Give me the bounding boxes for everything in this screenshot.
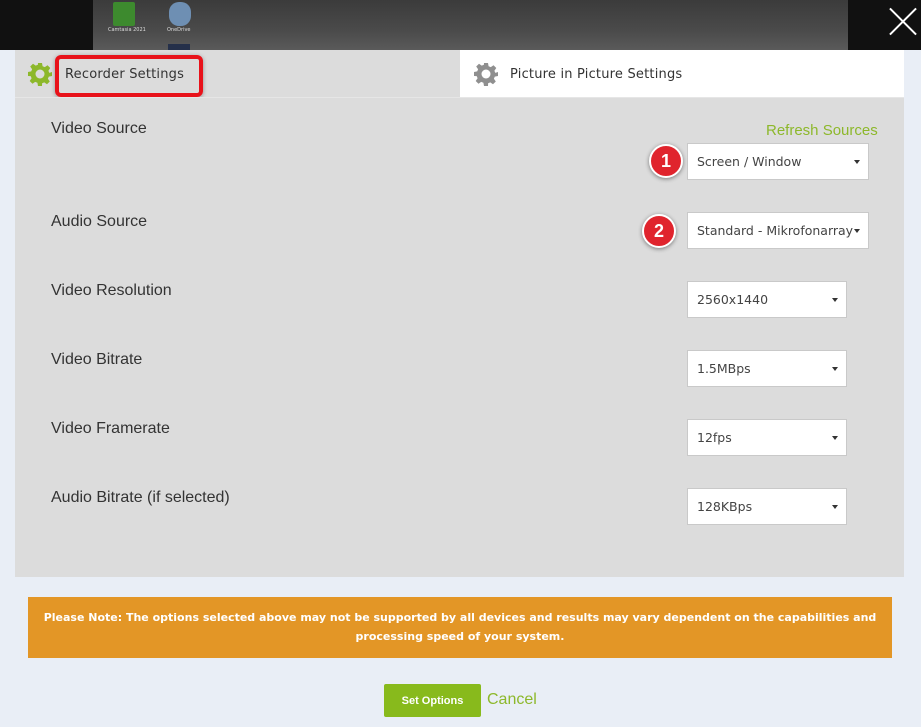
video-bitrate-select[interactable]: 1.5MBps <box>687 350 847 387</box>
set-options-button[interactable]: Set Options <box>384 684 481 717</box>
tab-label: Picture in Picture Settings <box>510 67 683 82</box>
caret-down-icon <box>832 298 838 302</box>
audio-source-label: Audio Source <box>51 213 148 230</box>
close-icon[interactable] <box>886 4 920 38</box>
caret-down-icon <box>854 160 860 164</box>
caret-down-icon <box>832 367 838 371</box>
select-value: Standard - Mikrofonarray <box>697 223 854 238</box>
video-framerate-select[interactable]: 12fps <box>687 419 847 456</box>
video-bitrate-label: Video Bitrate <box>51 351 143 368</box>
select-value: 128KBps <box>697 499 753 514</box>
video-source-label: Video Source <box>51 120 147 137</box>
cancel-button[interactable]: Cancel <box>487 691 537 709</box>
video-source-select[interactable]: Screen / Window <box>687 143 869 180</box>
select-value: 2560x1440 <box>697 292 769 307</box>
audio-bitrate-select[interactable]: 128KBps <box>687 488 847 525</box>
camtasia-desktop-icon <box>113 2 135 26</box>
gear-icon <box>474 63 498 86</box>
select-value: 12fps <box>697 430 732 445</box>
audio-source-select[interactable]: Standard - Mikrofonarray <box>687 212 869 249</box>
tab-recorder-settings[interactable]: Recorder Settings <box>15 50 460 97</box>
video-resolution-label: Video Resolution <box>51 282 172 299</box>
recorder-settings-panel: Refresh Sources Video Source Screen / Wi… <box>15 97 904 577</box>
select-value: 1.5MBps <box>697 361 751 376</box>
desktop-icon-caption: OneDrive <box>167 27 191 33</box>
desktop-background <box>93 0 848 50</box>
tab-picture-in-picture-settings[interactable]: Picture in Picture Settings <box>460 50 904 97</box>
caret-down-icon <box>854 229 860 233</box>
settings-tabs: Recorder Settings Picture in Picture Set… <box>15 50 904 97</box>
annotation-badge: 2 <box>642 214 676 248</box>
tab-label: Recorder Settings <box>65 67 185 82</box>
gear-icon <box>28 63 52 86</box>
refresh-sources-link[interactable]: Refresh Sources <box>766 122 878 139</box>
desktop-icon-caption: Camtasia 2021 <box>108 27 146 33</box>
annotation-badge: 1 <box>649 144 683 178</box>
compatibility-note: Please Note: The options selected above … <box>28 597 892 658</box>
video-framerate-label: Video Framerate <box>51 420 170 437</box>
caret-down-icon <box>832 436 838 440</box>
select-value: Screen / Window <box>697 154 802 169</box>
audio-bitrate-label: Audio Bitrate (if selected) <box>51 489 230 506</box>
settings-modal: Recorder Settings Picture in Picture Set… <box>0 50 921 727</box>
caret-down-icon <box>832 505 838 509</box>
video-resolution-select[interactable]: 2560x1440 <box>687 281 847 318</box>
onedrive-desktop-icon <box>169 2 191 26</box>
